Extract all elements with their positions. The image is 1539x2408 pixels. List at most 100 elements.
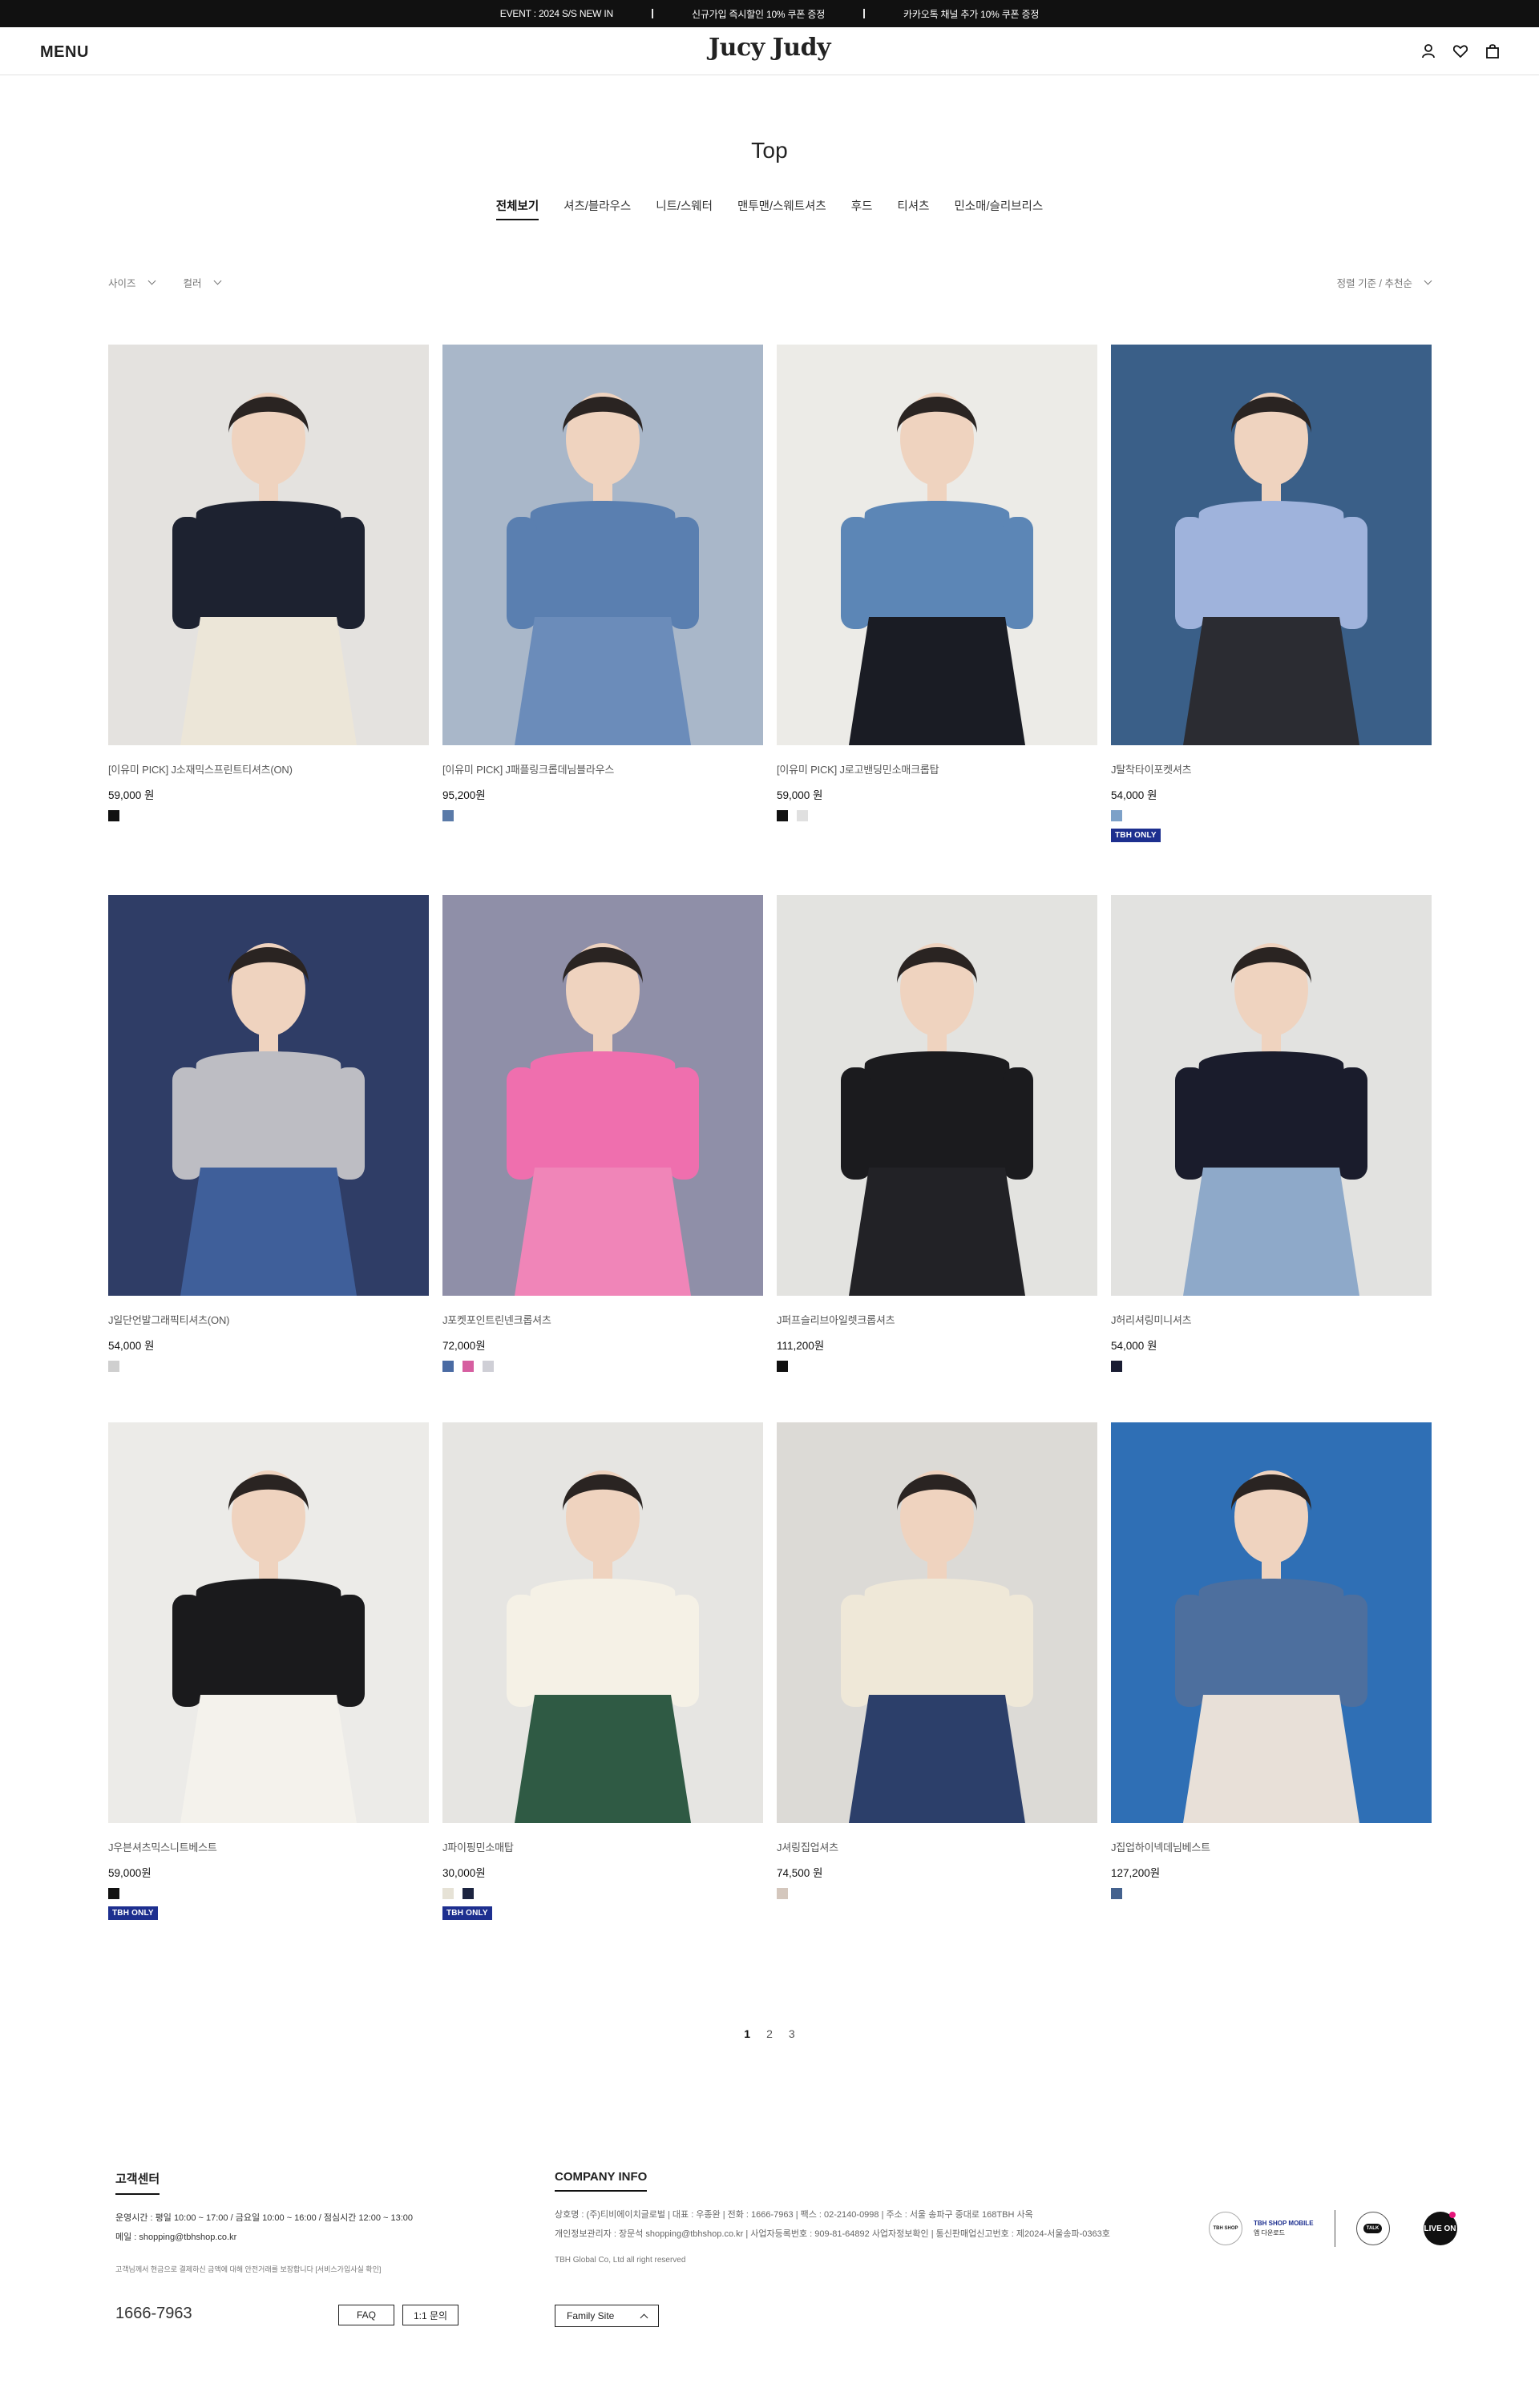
event-item[interactable]: EVENT : 2024 S/S NEW IN bbox=[462, 8, 652, 19]
qna-button[interactable]: 1:1 문의 bbox=[402, 2305, 458, 2325]
tab-all[interactable]: 전체보기 bbox=[495, 197, 539, 220]
product-name[interactable]: J포켓포인트린넨크롭셔츠 bbox=[442, 1312, 763, 1327]
product-name[interactable]: J퍼프슬리브아일렛크롭셔츠 bbox=[777, 1312, 1097, 1327]
color-swatch[interactable] bbox=[1111, 1361, 1122, 1372]
cs-mail[interactable]: 메일 : shopping@tbhshop.co.kr bbox=[115, 2230, 460, 2243]
product-name[interactable]: J탈착타이포켓셔츠 bbox=[1111, 761, 1432, 776]
color-swatch[interactable] bbox=[797, 810, 808, 821]
color-swatch[interactable] bbox=[777, 1888, 788, 1899]
color-swatch[interactable] bbox=[483, 1361, 494, 1372]
product-name[interactable]: [이유미 PICK] J패플링크롭데님블라우스 bbox=[442, 761, 763, 776]
tbh-mobile-link[interactable]: TBH SHOP MOBILE 앱 다운로드 bbox=[1254, 2219, 1314, 2238]
event-bar: EVENT : 2024 S/S NEW IN 신규가입 즉시할인 10% 쿠폰… bbox=[0, 0, 1539, 27]
ci-line: 개인정보관리자 : 장문석 shopping@tbhshop.co.kr | 사… bbox=[555, 2229, 1110, 2239]
chevron-up-icon bbox=[640, 2313, 648, 2321]
product-card[interactable]: J집업하이넥데님베스트 127,200원 bbox=[1111, 1422, 1432, 1920]
color-swatch[interactable] bbox=[777, 810, 788, 821]
product-name[interactable]: J파이핑민소매탑 bbox=[442, 1839, 763, 1854]
color-swatches bbox=[442, 810, 763, 821]
product-name[interactable]: [이유미 PICK] J로고밴딩민소매크롭탑 bbox=[777, 761, 1097, 776]
bag-icon[interactable] bbox=[1484, 43, 1501, 59]
tab-sweatshirts[interactable]: 맨투맨/스웨트셔츠 bbox=[737, 197, 826, 220]
color-swatch[interactable] bbox=[442, 1888, 454, 1899]
pagination: 1 2 3 bbox=[0, 2027, 1539, 2040]
product-card[interactable]: J허리셔링미니셔츠 54,000 원 bbox=[1111, 895, 1432, 1372]
color-swatch[interactable] bbox=[442, 810, 454, 821]
family-site-select[interactable]: Family Site bbox=[555, 2305, 659, 2327]
product-name[interactable]: [이유미 PICK] J소재믹스프린트티셔츠(ON) bbox=[108, 761, 429, 776]
product-name[interactable]: J집업하이넥데님베스트 bbox=[1111, 1839, 1432, 1854]
product-image[interactable] bbox=[108, 1422, 429, 1823]
product-image[interactable] bbox=[777, 895, 1097, 1296]
product-image[interactable] bbox=[108, 895, 429, 1296]
tab-tshirts[interactable]: 티셔츠 bbox=[897, 197, 929, 220]
tab-hood[interactable]: 후드 bbox=[851, 197, 873, 220]
product-card[interactable]: J퍼프슬리브아일렛크롭셔츠 111,200원 bbox=[777, 895, 1097, 1372]
menu-button[interactable]: MENU bbox=[40, 43, 89, 62]
tab-knit-sweater[interactable]: 니트/스웨터 bbox=[656, 197, 713, 220]
color-swatches bbox=[1111, 1888, 1432, 1899]
product-name[interactable]: J우븐셔츠믹스니트베스트 bbox=[108, 1839, 429, 1854]
event-item[interactable]: 신규가입 즉시할인 10% 쿠폰 증정 bbox=[653, 7, 863, 21]
kakao-talk-button[interactable]: TALK bbox=[1355, 2212, 1390, 2245]
event-item[interactable]: 카카오톡 채널 추가 10% 쿠폰 증정 bbox=[865, 7, 1077, 21]
product-price: 54,000 원 bbox=[108, 1340, 155, 1352]
product-name[interactable]: J일단언발그래픽티셔츠(ON) bbox=[108, 1312, 429, 1327]
live-dot bbox=[1448, 2212, 1456, 2218]
customer-center: 고객센터 운영시간 : 평일 10:00 ~ 17:00 / 금요일 10:00… bbox=[115, 2170, 460, 2325]
sort-select[interactable]: 정렬 기준 / 추천순 bbox=[1337, 275, 1432, 290]
page-link[interactable]: 1 bbox=[744, 2027, 750, 2040]
faq-button[interactable]: FAQ bbox=[338, 2305, 394, 2325]
product-image[interactable] bbox=[777, 1422, 1097, 1823]
color-swatch[interactable] bbox=[463, 1361, 474, 1372]
tbh-mobile-label: TBH SHOP MOBILE bbox=[1254, 2220, 1314, 2227]
color-swatch[interactable] bbox=[442, 1361, 454, 1372]
color-swatches bbox=[1111, 810, 1432, 821]
color-swatch[interactable] bbox=[108, 810, 119, 821]
heart-icon[interactable] bbox=[1452, 43, 1468, 59]
color-swatch[interactable] bbox=[1111, 810, 1122, 821]
product-image[interactable] bbox=[1111, 345, 1432, 745]
color-filter[interactable]: 컬러 bbox=[183, 275, 221, 290]
product-card[interactable]: [이유미 PICK] J로고밴딩민소매크롭탑 59,000 원 bbox=[777, 345, 1097, 842]
product-name[interactable]: J허리셔링미니셔츠 bbox=[1111, 1312, 1432, 1327]
copyright: TBH Global Co, Ltd all right reserved bbox=[555, 2256, 686, 2265]
product-image[interactable] bbox=[442, 345, 763, 745]
product-card[interactable]: J우븐셔츠믹스니트베스트 59,000원 TBH ONLY bbox=[108, 1422, 429, 1920]
product-card[interactable]: [이유미 PICK] J패플링크롭데님블라우스 95,200원 bbox=[442, 345, 763, 842]
live-on-button[interactable]: LIVE ON bbox=[1423, 2212, 1457, 2245]
tbh-shop-logo[interactable]: TBH SHOP bbox=[1209, 2212, 1242, 2245]
product-card[interactable]: [이유미 PICK] J소재믹스프린트티셔츠(ON) 59,000 원 bbox=[108, 345, 429, 842]
page-link[interactable]: 2 bbox=[766, 2027, 773, 2040]
page-link[interactable]: 3 bbox=[789, 2027, 795, 2040]
product-image[interactable] bbox=[1111, 895, 1432, 1296]
color-swatch[interactable] bbox=[108, 1888, 119, 1899]
color-swatch[interactable] bbox=[1111, 1888, 1122, 1899]
product-card[interactable]: J파이핑민소매탑 30,000원 TBH ONLY bbox=[442, 1422, 763, 1920]
product-image[interactable] bbox=[442, 1422, 763, 1823]
color-swatches bbox=[108, 1888, 429, 1899]
product-card[interactable]: J포켓포인트린넨크롭셔츠 72,000원 bbox=[442, 895, 763, 1372]
product-image[interactable] bbox=[1111, 1422, 1432, 1823]
product-image[interactable] bbox=[442, 895, 763, 1296]
brand-logo[interactable]: Jucy Judy bbox=[709, 34, 831, 62]
tab-sleeveless[interactable]: 민소매/슬리브리스 bbox=[954, 197, 1043, 220]
product-name[interactable]: J셔링집업셔츠 bbox=[777, 1839, 1097, 1854]
color-swatch[interactable] bbox=[463, 1888, 474, 1899]
product-image[interactable] bbox=[108, 345, 429, 745]
size-filter[interactable]: 사이즈 bbox=[108, 275, 156, 290]
color-swatches bbox=[108, 810, 429, 821]
filter-group: 사이즈 컬러 bbox=[108, 275, 221, 290]
site-footer: 고객센터 운영시간 : 평일 10:00 ~ 17:00 / 금요일 10:00… bbox=[0, 2170, 1539, 2330]
product-image[interactable] bbox=[777, 345, 1097, 745]
product-card[interactable]: J일단언발그래픽티셔츠(ON) 54,000 원 bbox=[108, 895, 429, 1372]
product-card[interactable]: J셔링집업셔츠 74,500 원 bbox=[777, 1422, 1097, 1920]
product-card[interactable]: J탈착타이포켓셔츠 54,000 원 TBH ONLY bbox=[1111, 345, 1432, 842]
cs-title: 고객센터 bbox=[115, 2170, 160, 2195]
user-icon[interactable] bbox=[1420, 43, 1436, 59]
tab-shirts-blouses[interactable]: 셔츠/블라우스 bbox=[563, 197, 631, 220]
color-filter-label: 컬러 bbox=[183, 278, 202, 289]
color-swatch[interactable] bbox=[108, 1361, 119, 1372]
color-swatch[interactable] bbox=[777, 1361, 788, 1372]
product-price: 74,500 원 bbox=[777, 1867, 823, 1879]
